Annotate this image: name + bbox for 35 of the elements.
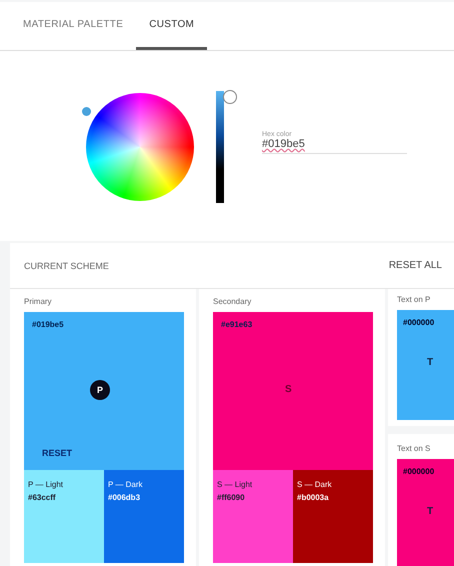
dark-swatch[interactable]: S — Dark #b0003a xyxy=(293,470,373,563)
letter-badge: P xyxy=(90,380,110,400)
color-swatch[interactable]: #000000 T xyxy=(397,459,454,566)
letter-label: T xyxy=(427,357,434,368)
tab[interactable]: MATERIAL PALETTE xyxy=(10,2,136,50)
hex-code: #63ccff xyxy=(28,493,57,502)
card-title: Text on S xyxy=(397,444,432,453)
swatch-label: S — Dark xyxy=(297,480,333,489)
hex-code: #e91e63 xyxy=(221,320,254,329)
card-title: Primary xyxy=(24,297,53,306)
reset-button[interactable]: RESET xyxy=(42,448,72,458)
color-swatch[interactable]: #019be5 P RESET xyxy=(24,312,184,470)
section-title: CURRENT SCHEME xyxy=(24,260,109,270)
hex-code: #000000 xyxy=(403,467,436,476)
swatch-label: P — Dark xyxy=(108,480,144,489)
swatch-label: S — Light xyxy=(217,480,254,489)
light-swatch[interactable]: S — Light #ff6090 xyxy=(213,470,293,563)
light-swatch[interactable]: P — Light #63ccff xyxy=(24,470,104,563)
swatch-label: P — Light xyxy=(28,480,64,489)
card-title: Text on P xyxy=(397,295,432,304)
slider-handle[interactable] xyxy=(223,90,237,104)
wheel-handle[interactable] xyxy=(82,107,91,116)
reset-all-button[interactable]: RESET ALL xyxy=(388,260,442,271)
letter-label: S xyxy=(285,384,292,395)
hex-code: #b0003a xyxy=(297,493,330,502)
value-slider[interactable] xyxy=(216,91,237,203)
hex-code: #ff6090 xyxy=(217,493,246,502)
hex-code: #019be5 xyxy=(32,320,65,329)
letter-label: T xyxy=(427,506,434,517)
hex-code: #000000 xyxy=(403,318,436,327)
card-title: Secondary xyxy=(213,297,252,306)
hex-code: #006db3 xyxy=(108,493,142,502)
color-swatch[interactable]: #e91e63 S xyxy=(213,312,373,470)
color-swatch[interactable]: #000000 T xyxy=(397,310,454,420)
dark-swatch[interactable]: P — Dark #006db3 xyxy=(104,470,184,563)
